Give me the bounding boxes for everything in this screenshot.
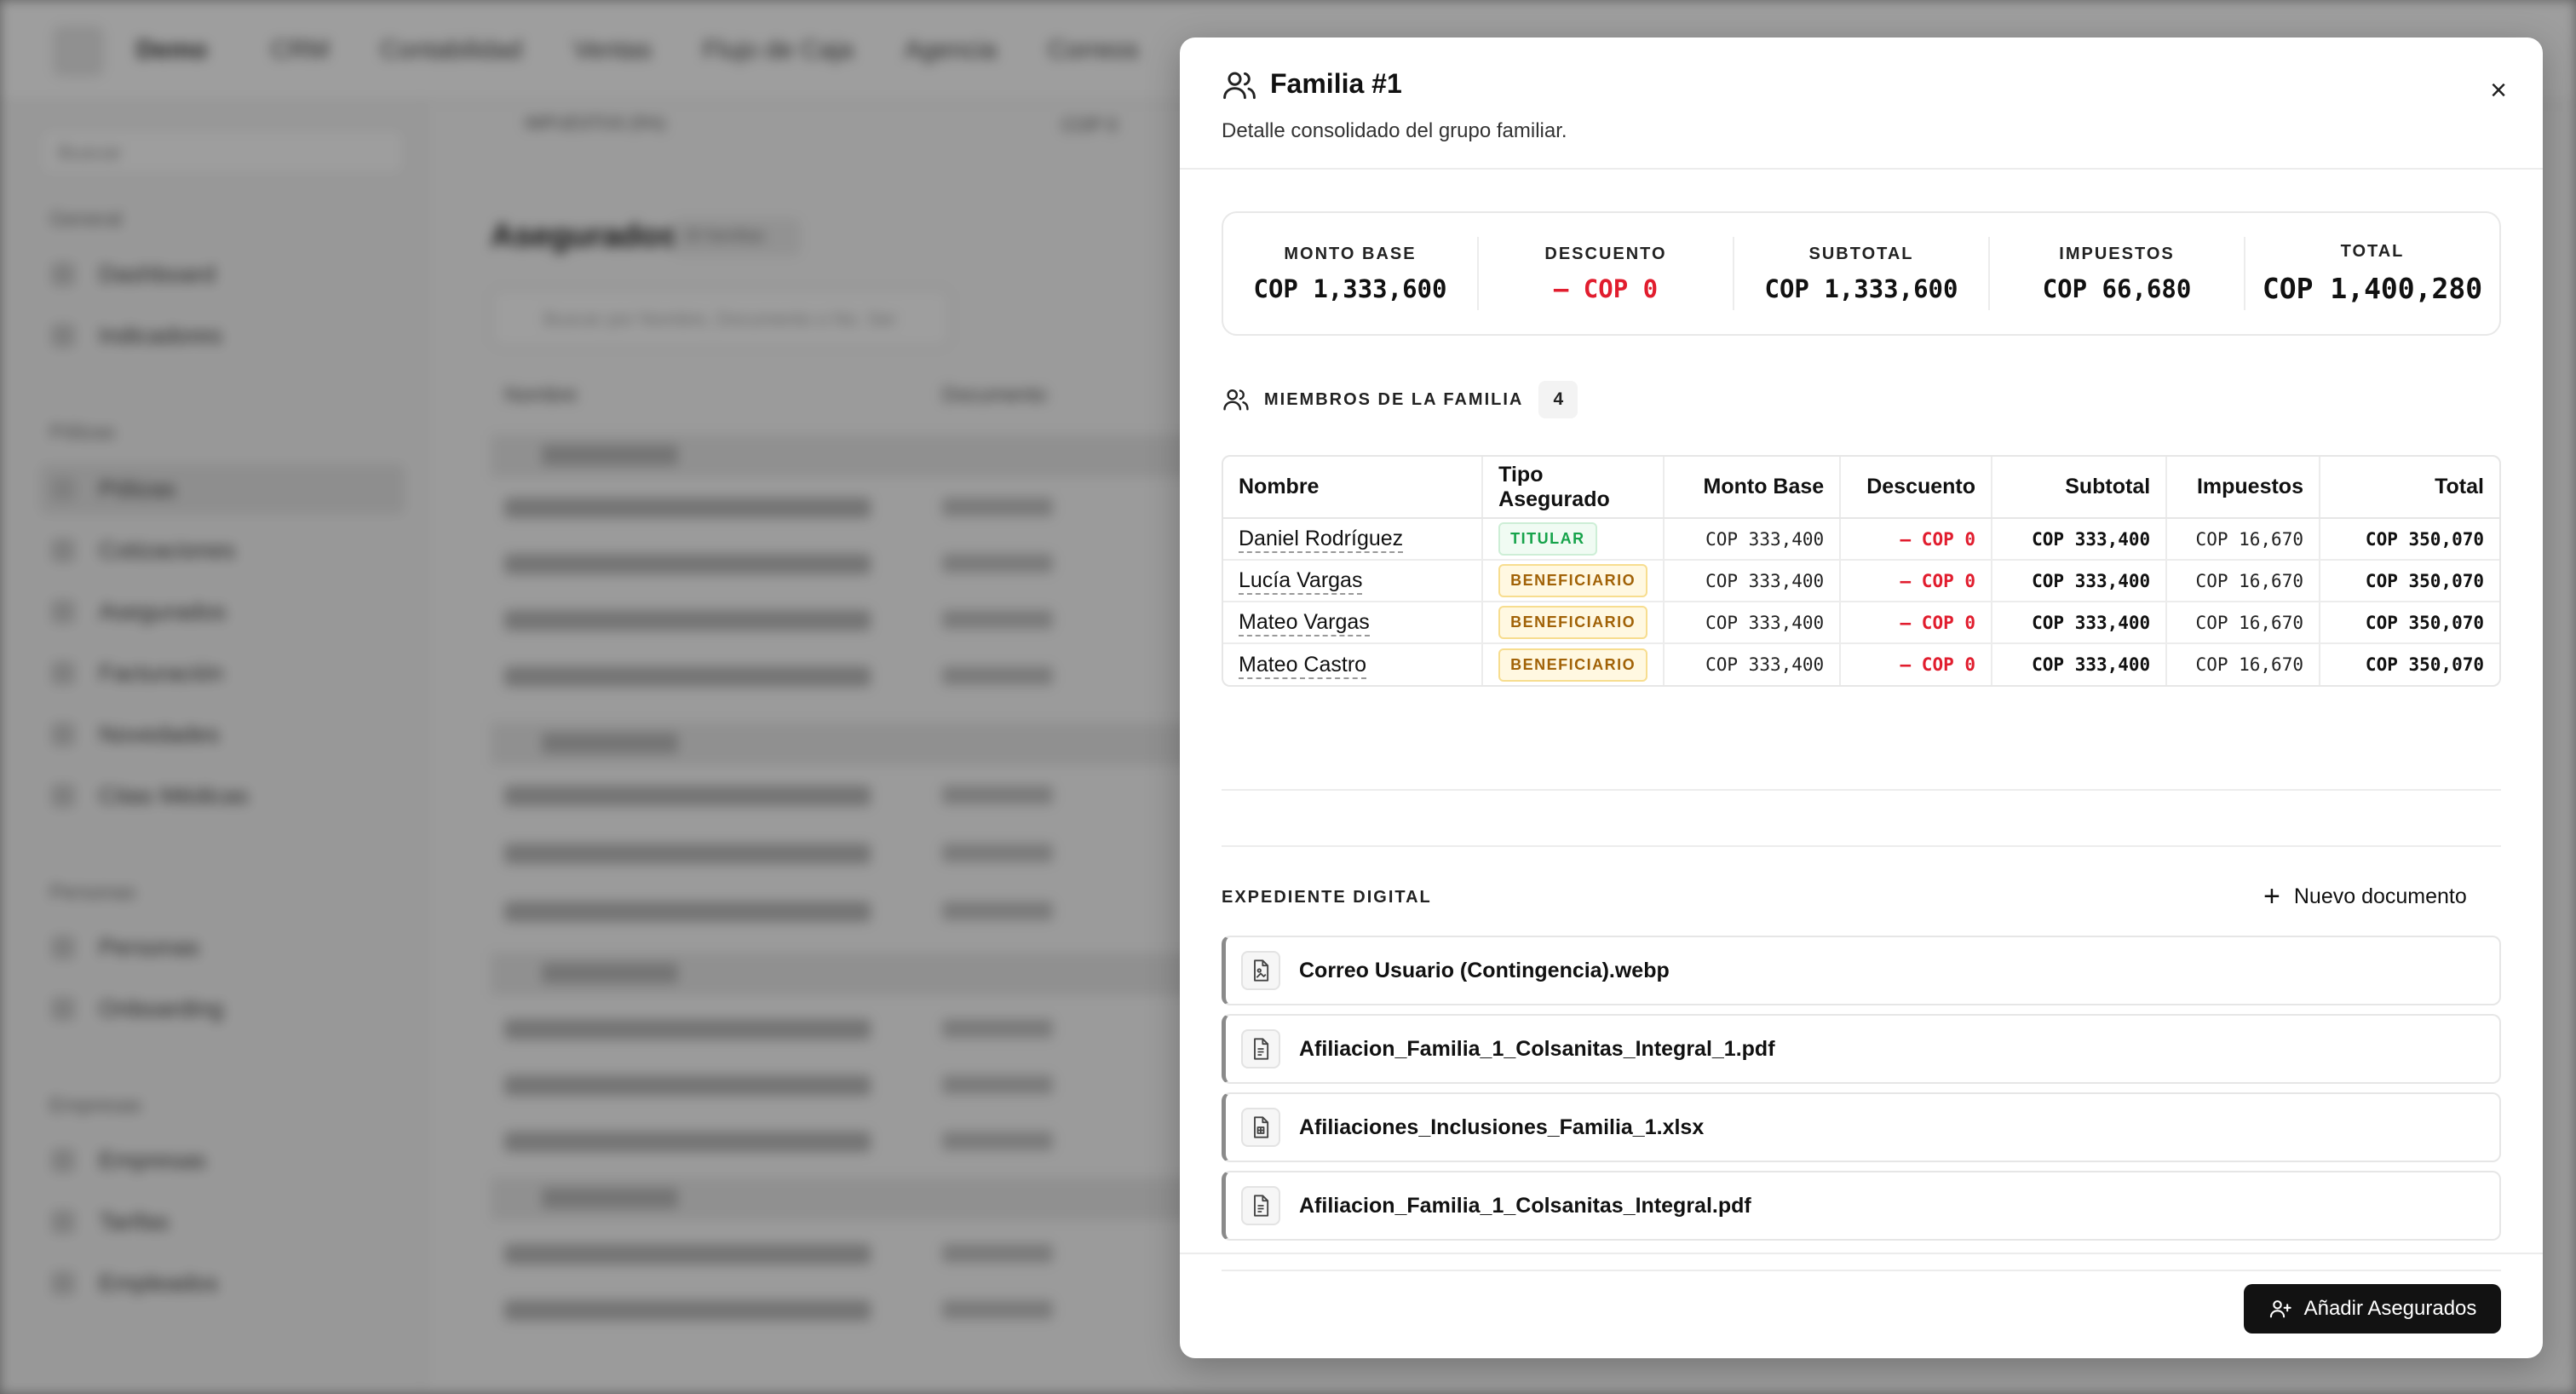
- add-insured-label: Añadir Asegurados: [2303, 1297, 2477, 1320]
- monto-base-cell: COP 333,400: [1664, 602, 1842, 644]
- image-file-icon: [1241, 951, 1280, 990]
- summary-value: COP 1,333,600: [1253, 274, 1447, 303]
- total-cell: COP 350,070: [2319, 560, 2499, 602]
- member-type-cell: TITULAR: [1482, 518, 1665, 561]
- modal-footer: Añadir Asegurados: [1180, 1253, 2543, 1358]
- column-header-total[interactable]: Total: [2319, 457, 2499, 519]
- document-name: Correo Usuario (Contingencia).webp: [1299, 958, 1670, 982]
- summary-label: MONTO BASE: [1284, 244, 1417, 263]
- plus-icon: +: [2263, 880, 2280, 913]
- summary-value: – COP 0: [1553, 274, 1659, 303]
- column-header-descuento[interactable]: Descuento: [1840, 457, 1993, 519]
- divider: [1222, 845, 2501, 847]
- column-header-subtotal[interactable]: Subtotal: [1992, 457, 2168, 519]
- table-row: Lucía Vargas BENEFICIARIO COP 333,400 – …: [1223, 560, 2499, 602]
- status-badge: TITULAR: [1498, 522, 1597, 556]
- members-table: Nombre Tipo Asegurado Monto Base Descuen…: [1222, 455, 2501, 687]
- modal-title: Familia #1: [1270, 68, 1402, 99]
- summary-value: COP 66,680: [2042, 274, 2192, 303]
- users-icon: [1223, 389, 1249, 411]
- impuestos-cell: COP 16,670: [2166, 560, 2320, 602]
- member-type-cell: BENEFICIARIO: [1482, 602, 1665, 644]
- members-section-header: MIEMBROS DE LA FAMILIA 4: [1222, 380, 1578, 419]
- column-header-impuestos[interactable]: Impuestos: [2166, 457, 2320, 519]
- spreadsheet-file-icon: [1241, 1108, 1280, 1147]
- member-type-cell: BENEFICIARIO: [1482, 560, 1665, 602]
- total-cell: COP 350,070: [2319, 518, 2499, 561]
- document-name: Afiliacion_Familia_1_Colsanitas_Integral…: [1299, 1036, 1775, 1061]
- document-name: Afiliacion_Familia_1_Colsanitas_Integral…: [1299, 1193, 1751, 1218]
- modal-body: MONTO BASE COP 1,333,600 DESCUENTO – COP…: [1180, 170, 2543, 1271]
- descuento-cell: – COP 0: [1840, 643, 1993, 685]
- member-name-link[interactable]: Lucía Vargas: [1239, 568, 1363, 595]
- member-name-cell: Mateo Castro: [1223, 643, 1484, 685]
- family-detail-modal: Familia #1 Detalle consolidado del grupo…: [1180, 37, 2543, 1358]
- document-item[interactable]: Afiliaciones_Inclusiones_Familia_1.xlsx: [1222, 1092, 2501, 1162]
- member-name-cell: Lucía Vargas: [1223, 560, 1484, 602]
- summary-descuento: DESCUENTO – COP 0: [1479, 237, 1734, 310]
- document-item[interactable]: Afiliacion_Familia_1_Colsanitas_Integral…: [1222, 1171, 2501, 1241]
- modal-subtitle: Detalle consolidado del grupo familiar.: [1222, 119, 1567, 142]
- summary-subtotal: SUBTOTAL COP 1,333,600: [1734, 237, 1990, 310]
- user-plus-icon: [2269, 1300, 2291, 1318]
- descuento-cell: – COP 0: [1840, 602, 1993, 644]
- pdf-file-icon: [1241, 1029, 1280, 1069]
- subtotal-cell: COP 333,400: [1992, 560, 2168, 602]
- members-count-badge: 4: [1538, 381, 1578, 418]
- column-header-tipo[interactable]: Tipo Asegurado: [1482, 457, 1665, 519]
- new-document-label: Nuevo documento: [2293, 884, 2467, 908]
- subtotal-cell: COP 333,400: [1992, 643, 2168, 685]
- users-icon: [1223, 72, 1256, 100]
- close-icon[interactable]: ×: [2480, 72, 2517, 109]
- subtotal-cell: COP 333,400: [1992, 602, 2168, 644]
- total-cell: COP 350,070: [2319, 602, 2499, 644]
- member-name-link[interactable]: Mateo Vargas: [1239, 610, 1370, 637]
- member-type-cell: BENEFICIARIO: [1482, 643, 1665, 685]
- table-row: Daniel Rodríguez TITULAR COP 333,400 – C…: [1223, 518, 2499, 561]
- summary-card: MONTO BASE COP 1,333,600 DESCUENTO – COP…: [1222, 211, 2501, 336]
- member-name-link[interactable]: Daniel Rodríguez: [1239, 527, 1404, 553]
- impuestos-cell: COP 16,670: [2166, 518, 2320, 561]
- summary-value: COP 1,400,280: [2262, 272, 2483, 305]
- status-badge: BENEFICIARIO: [1498, 564, 1648, 597]
- total-cell: COP 350,070: [2365, 654, 2484, 675]
- table-row: Mateo Castro BENEFICIARIO COP 333,400 – …: [1223, 643, 2499, 685]
- descuento-cell: – COP 0: [1840, 560, 1993, 602]
- monto-base-cell: COP 333,400: [1664, 643, 1842, 685]
- summary-label: IMPUESTOS: [2059, 244, 2175, 263]
- impuestos-cell: COP 16,670: [2166, 643, 2320, 685]
- summary-total: TOTAL COP 1,400,280: [2245, 237, 2499, 310]
- status-badge: BENEFICIARIO: [1498, 648, 1648, 682]
- summary-label: SUBTOTAL: [1808, 244, 1914, 263]
- table-header-row: Nombre Tipo Asegurado Monto Base Descuen…: [1223, 457, 2499, 519]
- table-row: Mateo Vargas BENEFICIARIO COP 333,400 – …: [1223, 602, 2499, 644]
- descuento-cell: – COP 0: [1840, 518, 1993, 561]
- document-item[interactable]: Afiliacion_Familia_1_Colsanitas_Integral…: [1222, 1014, 2501, 1084]
- column-header-monto-base[interactable]: Monto Base: [1664, 457, 1842, 519]
- pdf-file-icon: [1241, 1186, 1280, 1225]
- summary-label: TOTAL: [2340, 242, 2405, 261]
- monto-base-cell: COP 333,400: [1664, 560, 1842, 602]
- status-badge: BENEFICIARIO: [1498, 606, 1648, 639]
- member-name-cell: Mateo Vargas: [1223, 602, 1484, 644]
- document-item[interactable]: Correo Usuario (Contingencia).webp: [1222, 936, 2501, 1005]
- member-name-link[interactable]: Mateo Castro: [1239, 652, 1367, 679]
- documents-section-title: EXPEDIENTE DIGITAL: [1222, 888, 1432, 907]
- member-name-cell: Daniel Rodríguez: [1223, 518, 1484, 561]
- summary-value: COP 1,333,600: [1764, 274, 1958, 303]
- impuestos-cell: COP 16,670: [2166, 602, 2320, 644]
- summary-monto-base: MONTO BASE COP 1,333,600: [1223, 237, 1479, 310]
- monto-base-cell: COP 333,400: [1664, 518, 1842, 561]
- modal-header: Familia #1 Detalle consolidado del grupo…: [1180, 37, 2543, 170]
- summary-label: DESCUENTO: [1544, 244, 1667, 263]
- new-document-button[interactable]: + Nuevo documento: [2263, 878, 2467, 915]
- add-insured-button[interactable]: Añadir Asegurados: [2244, 1284, 2501, 1334]
- subtotal-cell: COP 333,400: [1992, 518, 2168, 561]
- summary-impuestos: IMPUESTOS COP 66,680: [1990, 237, 2245, 310]
- members-label: MIEMBROS DE LA FAMILIA: [1264, 389, 1524, 409]
- document-name: Afiliaciones_Inclusiones_Familia_1.xlsx: [1299, 1115, 1705, 1139]
- divider: [1222, 789, 2501, 791]
- column-header-nombre[interactable]: Nombre: [1223, 457, 1484, 519]
